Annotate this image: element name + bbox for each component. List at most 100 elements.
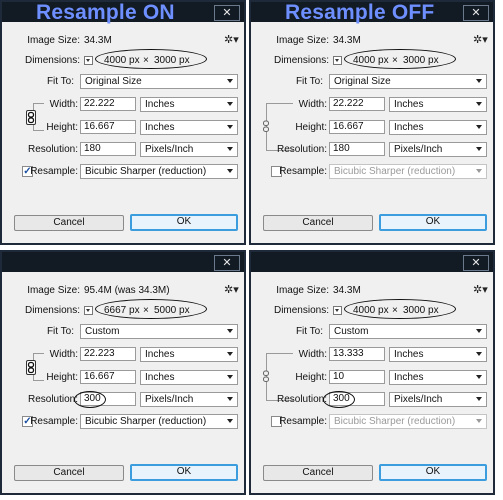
image-size-value: 34.3M — [84, 35, 112, 46]
height-input[interactable]: 16.667 — [329, 120, 385, 134]
resample-method-select[interactable]: Bicubic Sharper (reduction) — [329, 414, 487, 429]
width-unit-select[interactable]: Inches — [140, 347, 238, 362]
chevron-down-icon — [227, 352, 233, 356]
resolution-input[interactable]: 180 — [80, 142, 136, 156]
height-unit-select[interactable]: Inches — [140, 120, 238, 135]
image-size-dialog: ✕ Image Size: 34.3M ✲▾ Dimensions: 4000 … — [249, 250, 495, 495]
resample-label: Resample: — [30, 166, 78, 177]
resample-method-select[interactable]: Bicubic Sharper (reduction) — [329, 164, 487, 179]
ok-button[interactable]: OK — [130, 464, 238, 481]
resolution-unit-select[interactable]: Pixels/Inch — [389, 392, 487, 407]
height-input[interactable]: 10 — [329, 370, 385, 384]
resolution-label: Resolution: — [27, 394, 78, 405]
image-size-label: Image Size: — [27, 35, 80, 46]
chevron-down-icon — [476, 79, 482, 83]
chevron-down-icon — [227, 397, 233, 401]
width-unit-value: Inches — [145, 99, 175, 110]
image-size-dialog: Resample OFF ✕ Image Size: 34.3M ✲▾ Dime… — [249, 0, 495, 245]
resample-method-value: Bicubic Sharper (reduction) — [334, 416, 456, 427]
resolution-label: Resolution: — [276, 394, 327, 405]
resolution-unit-value: Pixels/Inch — [145, 144, 194, 155]
gear-icon[interactable]: ✲▾ — [224, 283, 239, 296]
width-label: Width: — [49, 99, 78, 110]
resolution-input[interactable]: 180 — [329, 142, 385, 156]
width-input[interactable]: 22.223 — [80, 347, 136, 361]
cancel-button[interactable]: Cancel — [263, 215, 373, 231]
gear-icon[interactable]: ✲▾ — [224, 33, 239, 46]
dimensions-label: Dimensions: — [273, 55, 329, 66]
title-bar: ✕ — [2, 252, 244, 272]
fit-to-select[interactable]: Custom — [329, 324, 487, 339]
chevron-down-icon — [227, 79, 233, 83]
height-label: Height: — [46, 122, 78, 133]
gear-icon[interactable]: ✲▾ — [473, 283, 488, 296]
image-size-dialog: Resample ON ✕ Image Size: 34.3M ✲▾ Dimen… — [0, 0, 246, 245]
fit-to-value: Custom — [85, 326, 120, 337]
ok-button[interactable]: OK — [379, 214, 487, 231]
close-icon[interactable]: ✕ — [463, 255, 489, 271]
resample-method-select[interactable]: Bicubic Sharper (reduction) — [80, 414, 238, 429]
dimensions-times: × — [143, 305, 149, 316]
width-input[interactable]: 22.222 — [329, 97, 385, 111]
dimensions-unit-toggle[interactable] — [333, 56, 342, 65]
resolution-unit-select[interactable]: Pixels/Inch — [389, 142, 487, 157]
resample-method-value: Bicubic Sharper (reduction) — [85, 166, 207, 177]
chevron-down-icon — [476, 397, 482, 401]
resolution-unit-value: Pixels/Inch — [394, 394, 443, 405]
cancel-button[interactable]: Cancel — [263, 465, 373, 481]
title-bar: ✕ — [251, 252, 493, 272]
image-size-label: Image Size: — [276, 35, 329, 46]
dimensions-label: Dimensions: — [273, 305, 329, 316]
close-icon[interactable]: ✕ — [214, 255, 240, 271]
width-unit-select[interactable]: Inches — [140, 97, 238, 112]
title-bar: Resample OFF ✕ — [251, 2, 493, 24]
image-size-value: 95.4M (was 34.3M) — [84, 285, 170, 296]
width-input[interactable]: 13.333 — [329, 347, 385, 361]
ok-button[interactable]: OK — [130, 214, 238, 231]
chevron-down-icon — [476, 352, 482, 356]
dimensions-label: Dimensions: — [24, 305, 80, 316]
width-unit-select[interactable]: Inches — [389, 97, 487, 112]
ok-button[interactable]: OK — [379, 464, 487, 481]
gear-icon[interactable]: ✲▾ — [473, 33, 488, 46]
resample-label: Resample: — [279, 166, 327, 177]
fit-to-label: Fit To: — [295, 326, 323, 337]
dimensions-width-px: 6667 px — [104, 305, 140, 316]
dimensions-width-px: 4000 px — [353, 55, 389, 66]
dimensions-width-px: 4000 px — [353, 305, 389, 316]
resolution-unit-value: Pixels/Inch — [145, 394, 194, 405]
height-unit-select[interactable]: Inches — [140, 370, 238, 385]
dimensions-times: × — [392, 55, 398, 66]
chevron-down-icon — [476, 329, 482, 333]
width-label: Width: — [298, 349, 327, 360]
dimensions-unit-toggle[interactable] — [84, 56, 93, 65]
dimensions-unit-toggle[interactable] — [84, 306, 93, 315]
close-icon[interactable]: ✕ — [463, 5, 489, 21]
cancel-button[interactable]: Cancel — [14, 465, 124, 481]
width-input[interactable]: 22.222 — [80, 97, 136, 111]
height-unit-value: Inches — [145, 122, 175, 133]
height-unit-select[interactable]: Inches — [389, 370, 487, 385]
fit-to-select[interactable]: Custom — [80, 324, 238, 339]
dimensions-width-px: 4000 px — [104, 55, 140, 66]
close-icon[interactable]: ✕ — [214, 5, 240, 21]
chevron-down-icon — [476, 102, 482, 106]
height-input[interactable]: 16.667 — [80, 120, 136, 134]
width-unit-select[interactable]: Inches — [389, 347, 487, 362]
fit-to-select[interactable]: Original Size — [80, 74, 238, 89]
chevron-down-icon — [476, 169, 482, 173]
resolution-unit-select[interactable]: Pixels/Inch — [140, 392, 238, 407]
resolution-unit-select[interactable]: Pixels/Inch — [140, 142, 238, 157]
dimensions-height-px: 3000 px — [403, 55, 439, 66]
dimensions-times: × — [143, 55, 149, 66]
resample-method-select[interactable]: Bicubic Sharper (reduction) — [80, 164, 238, 179]
height-label: Height: — [46, 372, 78, 383]
height-unit-select[interactable]: Inches — [389, 120, 487, 135]
dimensions-unit-toggle[interactable] — [333, 306, 342, 315]
resample-method-value: Bicubic Sharper (reduction) — [334, 166, 456, 177]
fit-to-select[interactable]: Original Size — [329, 74, 487, 89]
height-unit-value: Inches — [394, 372, 424, 383]
height-input[interactable]: 16.667 — [80, 370, 136, 384]
dimensions-label: Dimensions: — [24, 55, 80, 66]
cancel-button[interactable]: Cancel — [14, 215, 124, 231]
